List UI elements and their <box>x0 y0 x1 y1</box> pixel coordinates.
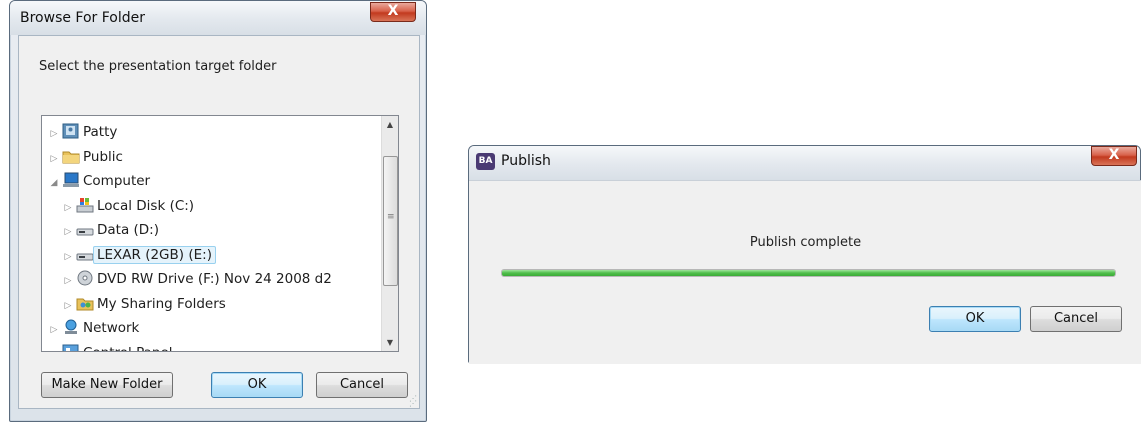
expand-arrow-icon[interactable]: ▷ <box>48 319 60 341</box>
expand-arrow-icon[interactable]: ▷ <box>62 246 74 268</box>
status-text: Publish complete <box>749 235 862 250</box>
cancel-button[interactable]: Cancel <box>316 372 408 398</box>
dialog-body: Publish complete OK Cancel <box>469 180 1141 364</box>
tree-scrollbar[interactable]: ▲ ≡ ▼ <box>381 116 398 351</box>
expand-arrow-icon[interactable]: ▷ <box>62 295 74 317</box>
tree-item-label: DVD RW Drive (F:) Nov 24 2008 d2 <box>97 271 332 287</box>
tree-item[interactable]: ▷ Data (D:) <box>62 219 159 241</box>
drive-icon <box>76 246 94 262</box>
title-bar[interactable]: Browse For Folder X <box>10 1 426 35</box>
expand-arrow-icon[interactable]: ▷ <box>48 123 60 145</box>
drive-icon <box>76 221 94 237</box>
folder-tree[interactable]: ▷ Patty ▷ Public ◢ Computer ▷ Local Disk (C:) ▷ D… <box>41 115 399 352</box>
ok-button[interactable]: OK <box>211 372 303 398</box>
app-logo-icon: BA <box>476 153 495 170</box>
ok-label: OK <box>247 377 267 392</box>
expand-arrow-icon[interactable]: ▷ <box>48 148 60 170</box>
cancel-label: Cancel <box>1053 311 1099 326</box>
app-icon-text: BA <box>478 156 493 166</box>
tree-item-label: Public <box>83 148 123 165</box>
tree-item-label: Control Panel <box>83 345 173 352</box>
dialog-title: Browse For Folder <box>20 10 146 26</box>
ok-label: OK <box>965 311 985 326</box>
tree-item-label: Computer <box>83 173 151 189</box>
cancel-label: Cancel <box>339 377 385 392</box>
control-panel-icon <box>62 344 80 351</box>
tree-item[interactable]: ▷ LEXAR (2GB) (E:) <box>62 244 216 266</box>
tree-item[interactable]: ▷ Network <box>48 317 139 339</box>
browse-for-folder-dialog: Browse For Folder X Select the presentat… <box>9 0 427 422</box>
tree-item-label: My Sharing Folders <box>97 295 226 312</box>
expand-arrow-icon[interactable]: ▷ <box>62 197 74 219</box>
scroll-thumb[interactable]: ≡ <box>383 156 398 286</box>
title-bar[interactable]: BA Publish X <box>469 146 1140 180</box>
sharing-folder-icon <box>76 295 94 311</box>
close-button[interactable]: X <box>370 2 416 22</box>
folder-icon <box>62 148 80 164</box>
make-new-folder-label: Make New Folder <box>51 377 163 392</box>
user-folder-icon <box>62 123 80 139</box>
progress-fill <box>502 270 1115 276</box>
expand-arrow-icon[interactable]: ▷ <box>48 344 60 352</box>
collapse-arrow-icon[interactable]: ◢ <box>48 172 60 194</box>
ok-button[interactable]: OK <box>929 306 1021 332</box>
tree-item-label: Network <box>83 320 140 336</box>
dvd-icon <box>76 270 94 286</box>
tree-item[interactable]: ▷ DVD RW Drive (F:) Nov 24 2008 d2 <box>62 268 332 290</box>
expand-arrow-icon[interactable]: ▷ <box>62 270 74 292</box>
make-new-folder-button[interactable]: Make New Folder <box>41 372 173 398</box>
expand-arrow-icon[interactable]: ▷ <box>62 221 74 243</box>
tree-item-label: Data (D:) <box>97 222 160 238</box>
close-button[interactable]: X <box>1091 146 1137 166</box>
dialog-body: Select the presentation target folder ▷ P… <box>18 35 420 409</box>
network-icon <box>62 319 80 335</box>
tree-item-label: Local Disk (C:) <box>97 197 195 214</box>
scroll-up-arrow-icon[interactable]: ▲ <box>382 116 398 133</box>
progress-bar <box>501 269 1116 277</box>
grip-icon: ≡ <box>387 212 395 222</box>
cancel-button[interactable]: Cancel <box>1030 306 1122 332</box>
resize-grip-icon[interactable]: ⋰ ⋰ <box>409 395 417 408</box>
tree-item[interactable]: ▷ Public <box>48 146 123 168</box>
close-icon: X <box>387 3 399 19</box>
computer-icon <box>62 172 80 188</box>
windows-drive-icon <box>76 197 94 213</box>
tree-item[interactable]: ▷ Local Disk (C:) <box>62 195 194 217</box>
tree-item[interactable]: ▷ Patty <box>48 121 117 143</box>
tree-item[interactable]: ◢ Computer <box>48 170 150 192</box>
scroll-down-arrow-icon[interactable]: ▼ <box>382 334 398 351</box>
close-icon: X <box>1108 147 1120 163</box>
tree-item-label: Patty <box>83 124 118 140</box>
tree-item[interactable]: ▷ My Sharing Folders <box>62 293 226 315</box>
instruction-text: Select the presentation target folder <box>39 59 277 74</box>
dialog-title: Publish <box>501 153 551 169</box>
tree-item[interactable]: ▷ Control Panel <box>48 342 173 352</box>
publish-dialog: BA Publish X Publish complete OK Cancel <box>468 145 1141 364</box>
tree-item-label: LEXAR (2GB) (E:) <box>93 245 216 264</box>
